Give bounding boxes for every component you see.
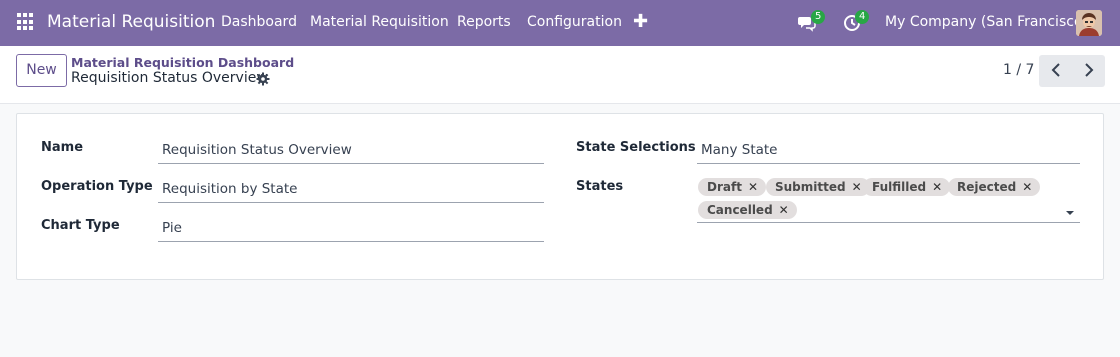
remove-tag-icon[interactable]: ✕ [779, 201, 789, 219]
gear-icon[interactable] [256, 71, 270, 86]
control-panel: New Material Requisition Dashboard Requi… [0, 46, 1120, 104]
state-tag-rejected: Rejected ✕ [948, 178, 1041, 196]
state-tag-label: Draft [707, 180, 742, 194]
state-tag-fulfilled: Fulfilled ✕ [863, 178, 951, 196]
operation-type-label: Operation Type [41, 179, 153, 194]
chevron-left-icon [1051, 62, 1061, 80]
user-avatar[interactable] [1076, 10, 1102, 36]
state-tag-label: Cancelled [707, 203, 773, 217]
chevron-right-icon [1084, 62, 1094, 80]
top-navbar: Material Requisition Dashboard Material … [0, 0, 1120, 46]
state-tag-draft: Draft ✕ [698, 178, 766, 196]
company-switcher[interactable]: My Company (San Francisco) [885, 14, 1088, 30]
new-button[interactable]: New [16, 54, 67, 87]
operation-type-field-value: Requisition by State [162, 181, 298, 197]
pager-value[interactable]: 1 / 7 [1003, 62, 1034, 78]
pager-next-button[interactable] [1072, 55, 1105, 87]
state-tag-cancelled: Cancelled ✕ [698, 201, 797, 219]
messages-count-badge: 5 [811, 10, 826, 24]
state-selections-field[interactable]: Many State [697, 138, 1080, 164]
remove-tag-icon[interactable]: ✕ [932, 178, 942, 196]
remove-tag-icon[interactable]: ✕ [748, 178, 758, 196]
apps-grid-icon[interactable] [17, 13, 35, 31]
state-selections-field-value: Many State [701, 142, 778, 158]
app-brand[interactable]: Material Requisition [47, 12, 215, 32]
state-selections-label: State Selections [576, 140, 696, 155]
states-label: States [576, 179, 624, 194]
operation-type-field[interactable]: Requisition by State [158, 177, 544, 203]
name-field[interactable]: Requisition Status Overview [158, 138, 544, 164]
menu-item-configuration[interactable]: Configuration [527, 14, 622, 30]
name-field-value: Requisition Status Overview [162, 142, 352, 158]
state-tag-label: Submitted [775, 180, 846, 194]
state-tag-submitted: Submitted ✕ [766, 178, 870, 196]
state-tag-label: Fulfilled [872, 180, 927, 194]
activities-count-badge: 4 [855, 10, 870, 24]
name-label: Name [41, 140, 84, 155]
breadcrumb-current: Requisition Status Overview [71, 70, 268, 86]
plus-icon[interactable]: ✚ [633, 11, 648, 32]
chart-type-field-value: Pie [162, 220, 182, 236]
remove-tag-icon[interactable]: ✕ [1022, 178, 1032, 196]
pager-previous-button[interactable] [1039, 55, 1072, 87]
menu-item-dashboard[interactable]: Dashboard [221, 14, 297, 30]
breadcrumb-parent-link[interactable]: Material Requisition Dashboard [71, 55, 294, 70]
chart-type-field[interactable]: Pie [158, 216, 544, 242]
remove-tag-icon[interactable]: ✕ [852, 178, 862, 196]
menu-item-reports[interactable]: Reports [457, 14, 511, 30]
state-tag-label: Rejected [957, 180, 1017, 194]
dropdown-caret-icon[interactable] [1066, 211, 1074, 215]
menu-item-material-requisition[interactable]: Material Requisition [310, 14, 449, 30]
chart-type-label: Chart Type [41, 218, 120, 233]
